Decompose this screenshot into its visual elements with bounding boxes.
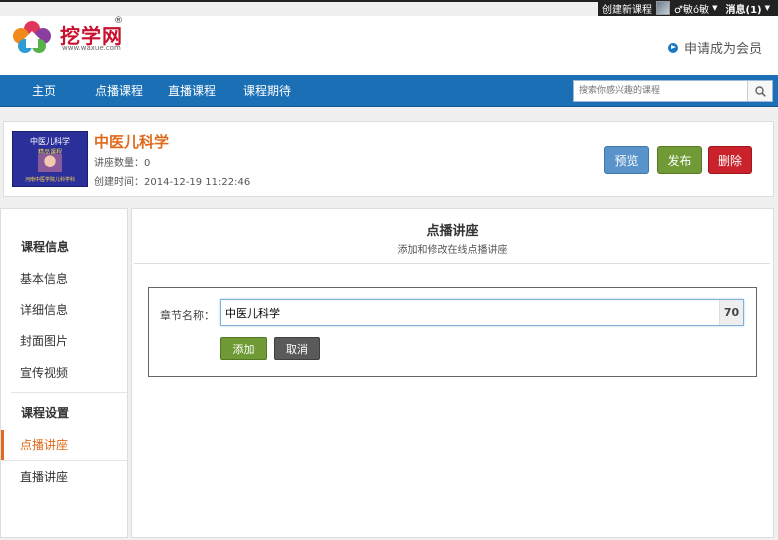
nav-vod-courses[interactable]: 点播课程: [95, 75, 143, 107]
main-panel: 点播讲座 添加和修改在线点播讲座 章节名称： 70 添加 取消: [131, 208, 774, 538]
logo-url: www.waxue.com: [62, 44, 121, 52]
chapter-name-label: 章节名称：: [160, 309, 215, 322]
cover-footer: 河南中医学院儿科学科: [24, 177, 75, 183]
logo-flower-icon: [13, 21, 51, 53]
chapter-name-field: 70: [220, 299, 744, 326]
sidebar-item-live-lectures[interactable]: 直播讲座: [1, 462, 127, 492]
cover-photo: [38, 154, 62, 172]
chapter-name-input[interactable]: [221, 300, 719, 325]
course-cover-image: 中医儿科学 精品课程 河南中医学院儿科学科: [12, 131, 88, 187]
search-icon: [754, 85, 766, 97]
sidebar-section-course-settings: 课程设置: [21, 406, 70, 420]
publish-button[interactable]: 发布: [657, 146, 702, 174]
chevron-down-icon: ▼: [764, 4, 770, 12]
main-nav: 主页 点播课程 直播课程 课程期待: [0, 75, 778, 107]
title-divider: [134, 263, 770, 264]
site-logo[interactable]: 挖学网 ® www.waxue.com: [10, 16, 128, 64]
course-card: 中医儿科学 精品课程 河南中医学院儿科学科 中医儿科学 讲座数量：0 创建时间：…: [3, 121, 774, 197]
registered-icon: ®: [114, 16, 123, 26]
search-box: [573, 80, 773, 102]
messages-menu[interactable]: 消息(1) ▼: [722, 1, 775, 16]
preview-button[interactable]: 预览: [604, 146, 649, 174]
join-member-label: 申请成为会员: [683, 42, 762, 57]
char-count: 70: [719, 300, 743, 325]
join-member-link[interactable]: 申请成为会员: [667, 38, 762, 57]
user-menu[interactable]: ♂敏ó敏 ▼: [670, 1, 721, 16]
nav-upcoming-courses[interactable]: 课程期待: [243, 75, 291, 107]
course-title[interactable]: 中医儿科学: [94, 131, 169, 152]
sidebar-section-course-info: 课程信息: [21, 240, 70, 254]
nav-home[interactable]: 主页: [32, 75, 56, 107]
username: ♂敏ó敏: [674, 4, 710, 16]
chapter-form: 章节名称： 70 添加 取消: [148, 287, 757, 377]
sidebar-item-cover-image[interactable]: 封面图片: [1, 326, 127, 356]
page-title: 点播讲座: [426, 224, 479, 239]
chevron-down-icon: ▼: [712, 4, 718, 12]
lecture-count: 讲座数量：0: [94, 158, 151, 169]
create-course-link[interactable]: 创建新课程: [598, 1, 656, 16]
sidebar-divider: [1, 460, 127, 461]
sidebar-item-detail-info[interactable]: 详细信息: [1, 295, 127, 325]
user-bar: 创建新课程 ♂敏ó敏 ▼ 消息(1) ▼: [598, 0, 778, 16]
sidebar: 课程信息 基本信息 详细信息 封面图片 宣传视频 课程设置 点播讲座 直播讲座: [0, 208, 128, 538]
cover-title: 中医儿科学: [30, 137, 70, 146]
search-input[interactable]: [574, 81, 748, 101]
sidebar-item-basic-info[interactable]: 基本信息: [1, 264, 127, 294]
play-circle-icon: [667, 42, 678, 53]
user-avatar[interactable]: [656, 1, 671, 15]
add-button[interactable]: 添加: [220, 337, 267, 360]
nav-live-courses[interactable]: 直播课程: [168, 75, 216, 107]
search-button[interactable]: [747, 81, 772, 101]
page-subtitle: 添加和修改在线点播讲座: [397, 245, 508, 256]
cancel-button[interactable]: 取消: [274, 337, 320, 360]
sidebar-divider: [11, 392, 127, 393]
sidebar-item-vod-lectures[interactable]: 点播讲座: [1, 430, 127, 460]
delete-button[interactable]: 删除: [708, 146, 752, 174]
messages-label: 消息(1): [725, 4, 762, 16]
created-time: 创建时间：2014-12-19 11:22:46: [94, 177, 251, 188]
sidebar-item-promo-video[interactable]: 宣传视频: [1, 358, 127, 388]
site-header: 挖学网 ® www.waxue.com 申请成为会员: [0, 16, 778, 75]
